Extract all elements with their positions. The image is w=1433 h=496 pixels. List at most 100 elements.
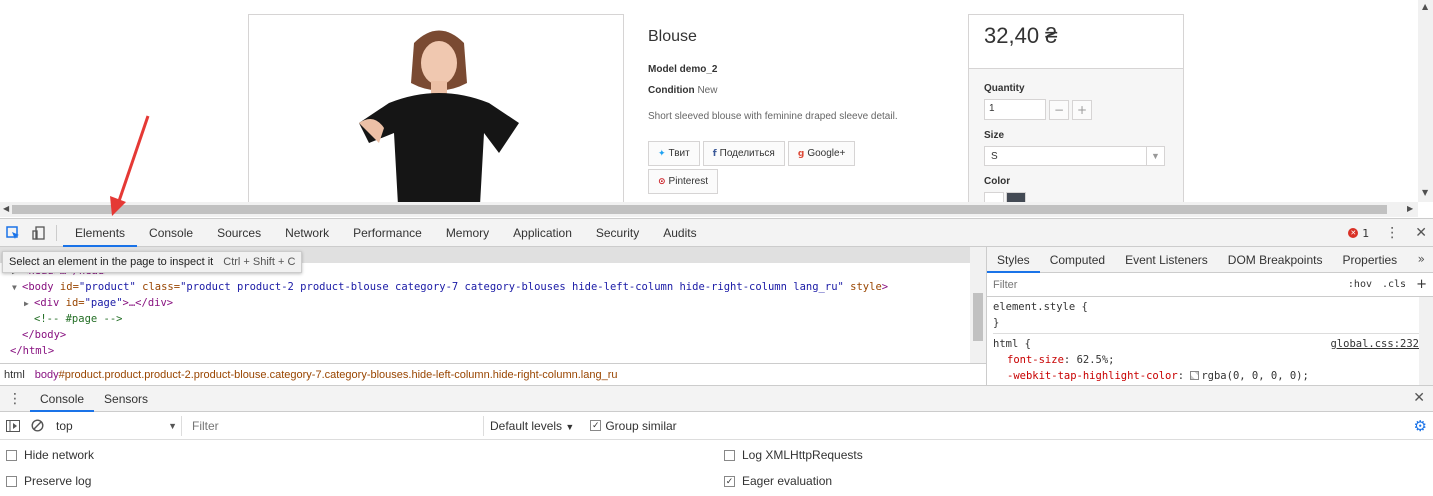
attr-name: class= (135, 281, 181, 293)
page-vertical-scrollbar[interactable]: ▲ ▼ (1418, 0, 1433, 202)
device-toolbar-button[interactable] (26, 220, 52, 246)
scroll-right-icon[interactable]: ▶ (1407, 204, 1413, 213)
product-image-box[interactable] (248, 14, 624, 214)
clear-console-button[interactable] (28, 417, 46, 435)
checkbox-checked-icon[interactable]: ✓ (724, 475, 735, 487)
dom-line-body-end[interactable]: </body> (0, 327, 970, 343)
drawer-tab-sensors[interactable]: Sensors (94, 386, 158, 412)
stylesheet-link[interactable]: global.css:232 (1330, 336, 1419, 352)
tab-styles[interactable]: Styles (987, 247, 1040, 273)
devtools-tab-bar: Elements Console Sources Network Perform… (0, 219, 1433, 247)
tab-sources[interactable]: Sources (205, 219, 273, 247)
product-model: Model demo_2 (648, 64, 948, 75)
close-devtools-icon[interactable]: ✕ (1415, 225, 1427, 241)
dom-line-div-page[interactable]: ▶ <div id="page">…</div> (0, 295, 970, 311)
quantity-decrease-button[interactable]: − (1049, 99, 1069, 120)
context-selector[interactable]: top ▼ (52, 415, 182, 436)
device-mode-icon (32, 225, 45, 240)
dom-scroll-thumb[interactable] (973, 293, 983, 341)
tab-event-listeners[interactable]: Event Listeners (1115, 247, 1218, 273)
tab-performance[interactable]: Performance (341, 219, 434, 247)
tab-dom-breakpoints[interactable]: DOM Breakpoints (1218, 247, 1333, 273)
body-tag: <body (22, 281, 54, 293)
quantity-input[interactable]: 1 (984, 99, 1046, 120)
styles-scrollbar[interactable] (1419, 297, 1433, 385)
checkbox-unchecked-icon[interactable] (6, 475, 17, 487)
preserve-log-option[interactable]: Preserve log (6, 474, 91, 488)
clear-console-icon (30, 419, 44, 432)
hov-toggle[interactable]: :hov (1348, 279, 1372, 290)
quantity-increase-button[interactable]: + (1072, 99, 1092, 120)
styles-filter-row: :hov .cls + (987, 273, 1433, 297)
log-xhr-option[interactable]: Log XMLHttpRequests (724, 448, 863, 462)
share-buttons-row-2: ⊙ Pinterest (648, 169, 948, 194)
more-tabs-icon[interactable]: » (1418, 252, 1425, 266)
dom-line-html-end[interactable]: </html> (0, 343, 970, 359)
checkbox-unchecked-icon[interactable] (724, 449, 735, 461)
cls-toggle[interactable]: .cls (1382, 279, 1406, 290)
tab-properties[interactable]: Properties (1332, 247, 1407, 273)
tweet-button[interactable]: ✦ Твит (648, 141, 700, 166)
tab-security[interactable]: Security (584, 219, 651, 247)
drawer-tab-console[interactable]: Console (30, 386, 95, 412)
log-levels-dropdown[interactable]: Default levels ▼ (490, 419, 574, 433)
breadcrumb-body[interactable]: body#product.product.product-2.product-b… (31, 369, 624, 381)
inspect-element-button[interactable] (0, 220, 26, 246)
console-filter-input[interactable] (188, 415, 484, 436)
tweet-label: Твит (668, 148, 690, 159)
checkbox-unchecked-icon[interactable] (6, 449, 17, 461)
breadcrumb-html[interactable]: html (0, 369, 31, 381)
tab-elements[interactable]: Elements (63, 219, 138, 247)
attr-name: id= (53, 281, 79, 293)
dom-tree-scrollbar[interactable] (970, 247, 986, 363)
dom-line-body[interactable]: ▼ <body id="product" class="product produ… (0, 279, 970, 295)
horizontal-scroll-thumb[interactable] (12, 205, 1387, 214)
attr-name: style (843, 281, 882, 293)
tab-audits[interactable]: Audits (651, 219, 708, 247)
expand-triangle-icon[interactable]: ▶ (24, 296, 34, 312)
hide-network-option[interactable]: Hide network (6, 448, 94, 462)
more-options-icon[interactable]: ⋮ (1385, 226, 1399, 240)
breadcrumb-body-tag: body (34, 368, 59, 381)
tab-application[interactable]: Application (501, 219, 584, 247)
eager-evaluation-label: Eager evaluation (742, 474, 833, 488)
scroll-left-icon[interactable]: ◀ (3, 204, 9, 213)
hide-network-label: Hide network (24, 448, 95, 462)
html-style-rule[interactable]: global.css:232 html { font-size: 62.5%; … (993, 336, 1427, 384)
color-swatch-icon[interactable] (1190, 371, 1200, 380)
tab-separator (56, 224, 57, 241)
style-property[interactable]: font-size: 62.5%; (993, 352, 1427, 368)
google-plus-button[interactable]: g Google+ (787, 141, 856, 166)
html-end-tag: </html> (10, 345, 55, 357)
close-drawer-icon[interactable]: ✕ (1413, 390, 1425, 406)
group-similar-option[interactable]: ✓ Group similar (590, 419, 677, 433)
pinterest-label: Pinterest (668, 176, 709, 187)
tab-console[interactable]: Console (137, 219, 205, 247)
drawer-menu-icon[interactable]: ⋮ (0, 392, 30, 406)
breadcrumb-body-classes: #product.product.product-2.product-blous… (58, 368, 618, 381)
tab-network[interactable]: Network (273, 219, 341, 247)
console-settings-gear-icon[interactable]: ⚙ (1414, 417, 1427, 435)
tab-computed[interactable]: Computed (1040, 247, 1115, 273)
new-rule-icon[interactable]: + (1416, 277, 1427, 292)
styles-filter-input[interactable] (993, 278, 1338, 291)
console-toolbar: top ▼ Default levels ▼ ✓Group similar ⚙ (0, 412, 1433, 440)
page-horizontal-scrollbar[interactable]: ◀ ▶ (0, 202, 1418, 217)
dom-line-comment[interactable]: <!-- #page --> (0, 311, 970, 327)
error-count-badge[interactable]: ✕ 1 (1348, 227, 1369, 240)
style-property[interactable]: -webkit-tap-highlight-color: rgba(0, 0, … (993, 368, 1427, 384)
tab-memory[interactable]: Memory (434, 219, 501, 247)
scroll-up-icon[interactable]: ▲ (1422, 2, 1428, 11)
style-rules: element.style { } global.css:232 html { … (987, 297, 1433, 386)
element-style-rule[interactable]: element.style { } (993, 299, 1427, 334)
size-select[interactable]: S ▼ (984, 146, 1165, 166)
scroll-down-icon[interactable]: ▼ (1422, 188, 1428, 197)
console-sidebar-toggle[interactable] (4, 417, 22, 435)
twitter-icon: ✦ (658, 148, 666, 159)
pinterest-button[interactable]: ⊙ Pinterest (648, 169, 719, 194)
property-name: -webkit-tap-highlight-color (1007, 370, 1178, 382)
eager-evaluation-option[interactable]: ✓ Eager evaluation (724, 474, 832, 488)
collapse-triangle-icon[interactable]: ▼ (12, 280, 22, 296)
checkbox-checked-icon[interactable]: ✓ (590, 420, 602, 431)
facebook-share-button[interactable]: f Поделиться (702, 141, 785, 166)
